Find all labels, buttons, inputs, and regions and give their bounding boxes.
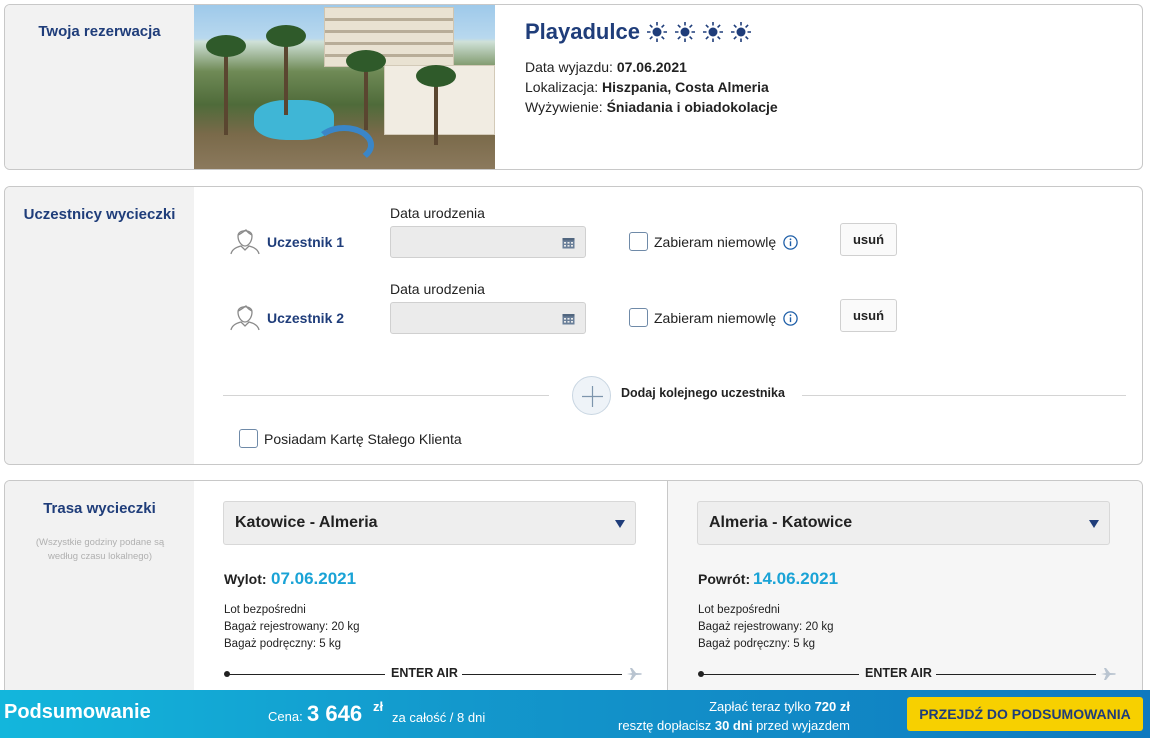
outbound-carrier-row: ENTER AIR bbox=[224, 666, 644, 682]
payment-info: Zapłać teraz tylko 720 zł resztę dopłaci… bbox=[606, 697, 850, 735]
price-value: 3 646 bbox=[307, 701, 363, 726]
sun-icon bbox=[674, 21, 696, 43]
reservation-sidebar: Twoja rezerwacja bbox=[5, 5, 194, 169]
inbound-details: Lot bezpośredni Bagaż rejestrowany: 20 k… bbox=[698, 602, 834, 653]
participant-label: Uczestnik 1 bbox=[267, 234, 345, 250]
divider bbox=[802, 395, 1126, 396]
checked-baggage: Bagaż rejestrowany: 20 kg bbox=[224, 621, 360, 633]
departure-label: Data wyjazdu: bbox=[525, 59, 613, 75]
flight-type: Lot bezpośredni bbox=[698, 604, 780, 616]
plus-icon bbox=[582, 386, 603, 407]
route-line bbox=[462, 674, 622, 675]
add-participant-button[interactable] bbox=[572, 376, 611, 415]
pay-rest-days: 30 dni bbox=[714, 718, 753, 733]
outbound-carrier: ENTER AIR bbox=[391, 666, 458, 680]
person-icon bbox=[229, 301, 261, 331]
outbound-route-value: Katowice - Almeria bbox=[235, 514, 378, 531]
location-value: Hiszpania, Costa Almeria bbox=[602, 79, 769, 95]
sun-icon bbox=[646, 21, 668, 43]
hotel-name[interactable]: Playadulce bbox=[525, 19, 640, 45]
location-row: Lokalizacja: Hiszpania, Costa Almeria bbox=[525, 79, 769, 95]
sun-icon bbox=[702, 21, 724, 43]
board-value: Śniadania i obiadokolacje bbox=[606, 99, 778, 115]
hotel-name-row: Playadulce bbox=[525, 19, 752, 45]
info-icon[interactable] bbox=[783, 311, 798, 326]
flight-type: Lot bezpośredni bbox=[224, 604, 306, 616]
hotel-photo bbox=[194, 5, 495, 169]
plane-icon bbox=[626, 667, 642, 681]
hand-baggage: Bagaż podręczny: 5 kg bbox=[224, 638, 341, 650]
summary-bar: Podsumowanie Cena: 3 646 zł za całość / … bbox=[0, 690, 1150, 738]
route-line bbox=[936, 674, 1096, 675]
dob-label: Data urodzenia bbox=[390, 205, 485, 221]
calendar-icon[interactable] bbox=[562, 236, 575, 249]
inbound-date-label: Powrót: bbox=[698, 571, 751, 587]
infant-label: Zabieram niemowlę bbox=[654, 310, 777, 326]
pay-now-line: Zapłać teraz tylko 720 zł bbox=[606, 697, 850, 716]
dropdown-arrow-icon bbox=[615, 520, 625, 528]
price-currency: zł bbox=[373, 699, 384, 714]
location-label: Lokalizacja: bbox=[525, 79, 599, 95]
hand-baggage: Bagaż podręczny: 5 kg bbox=[698, 638, 815, 650]
inbound-carrier: ENTER AIR bbox=[865, 666, 932, 680]
remove-participant-button[interactable]: usuń bbox=[840, 223, 897, 256]
pay-rest-line: resztę dopłacisz 30 dni przed wyjazdem bbox=[606, 716, 850, 735]
reservation-section-title: Twoja rezerwacja bbox=[38, 23, 161, 40]
departure-date-row: Data wyjazdu: 07.06.2021 bbox=[525, 59, 687, 75]
participant-label: Uczestnik 2 bbox=[267, 310, 345, 326]
info-icon[interactable] bbox=[783, 235, 798, 250]
outbound-date: 07.06.2021 bbox=[271, 569, 357, 588]
loyalty-card-label: Posiadam Kartę Stałego Klienta bbox=[264, 431, 462, 447]
plane-icon bbox=[1100, 667, 1116, 681]
person-icon bbox=[229, 225, 261, 255]
pay-now-prefix: Zapłać teraz tylko bbox=[709, 699, 811, 714]
sun-icon bbox=[730, 21, 752, 43]
inbound-route-value: Almeria - Katowice bbox=[709, 514, 853, 531]
inbound-carrier-row: ENTER AIR bbox=[698, 666, 1118, 682]
price-label: Cena: bbox=[268, 709, 303, 724]
checked-baggage: Bagaż rejestrowany: 20 kg bbox=[698, 621, 834, 633]
pay-rest-prefix: resztę dopłacisz bbox=[618, 718, 712, 733]
calendar-icon[interactable] bbox=[562, 312, 575, 325]
participant-row: Uczestnik 2 Data urodzenia Zabieram niem… bbox=[223, 279, 923, 339]
participants-panel: Uczestnicy wycieczki Uczestnik 1 Data ur… bbox=[4, 186, 1143, 465]
remove-participant-button[interactable]: usuń bbox=[840, 299, 897, 332]
dropdown-arrow-icon bbox=[1089, 520, 1099, 528]
dob-input[interactable] bbox=[390, 226, 586, 258]
participant-row: Uczestnik 1 Data urodzenia Zabieram niem… bbox=[223, 203, 923, 263]
outbound-date-label: Wylot: bbox=[224, 571, 267, 587]
dob-input[interactable] bbox=[390, 302, 586, 334]
route-section-title: Trasa wycieczki bbox=[43, 500, 156, 517]
dob-label: Data urodzenia bbox=[390, 281, 485, 297]
reservation-panel: Twoja rezerwacja Playadulce Data wyjazdu… bbox=[4, 4, 1143, 170]
route-line bbox=[227, 674, 385, 675]
departure-value: 07.06.2021 bbox=[616, 59, 687, 75]
participants-sidebar: Uczestnicy wycieczki bbox=[5, 187, 194, 464]
pay-rest-suffix: przed wyjazdem bbox=[756, 718, 850, 733]
divider bbox=[223, 395, 549, 396]
route-line bbox=[701, 674, 859, 675]
board-label: Wyżywienie: bbox=[525, 99, 603, 115]
infant-checkbox[interactable] bbox=[629, 232, 648, 251]
infant-checkbox[interactable] bbox=[629, 308, 648, 327]
board-row: Wyżywienie: Śniadania i obiadokolacje bbox=[525, 99, 778, 115]
route-time-note: (Wszystkie godziny podane są według czas… bbox=[35, 537, 165, 562]
price-note: za całość / 8 dni bbox=[392, 710, 486, 725]
loyalty-card-checkbox[interactable] bbox=[239, 429, 258, 448]
pay-now-amount: 720 zł bbox=[814, 699, 850, 714]
inbound-date: 14.06.2021 bbox=[753, 569, 839, 588]
inbound-route-select[interactable]: Almeria - Katowice bbox=[697, 501, 1110, 545]
summary-title: Podsumowanie bbox=[4, 701, 151, 723]
participants-section-title: Uczestnicy wycieczki bbox=[23, 206, 176, 223]
go-to-summary-button[interactable]: PRZEJDŹ DO PODSUMOWANIA bbox=[907, 697, 1143, 731]
outbound-route-select[interactable]: Katowice - Almeria bbox=[223, 501, 636, 545]
add-participant-label[interactable]: Dodaj kolejnego uczestnika bbox=[621, 386, 785, 400]
infant-label: Zabieram niemowlę bbox=[654, 234, 777, 250]
outbound-details: Lot bezpośredni Bagaż rejestrowany: 20 k… bbox=[224, 602, 360, 653]
